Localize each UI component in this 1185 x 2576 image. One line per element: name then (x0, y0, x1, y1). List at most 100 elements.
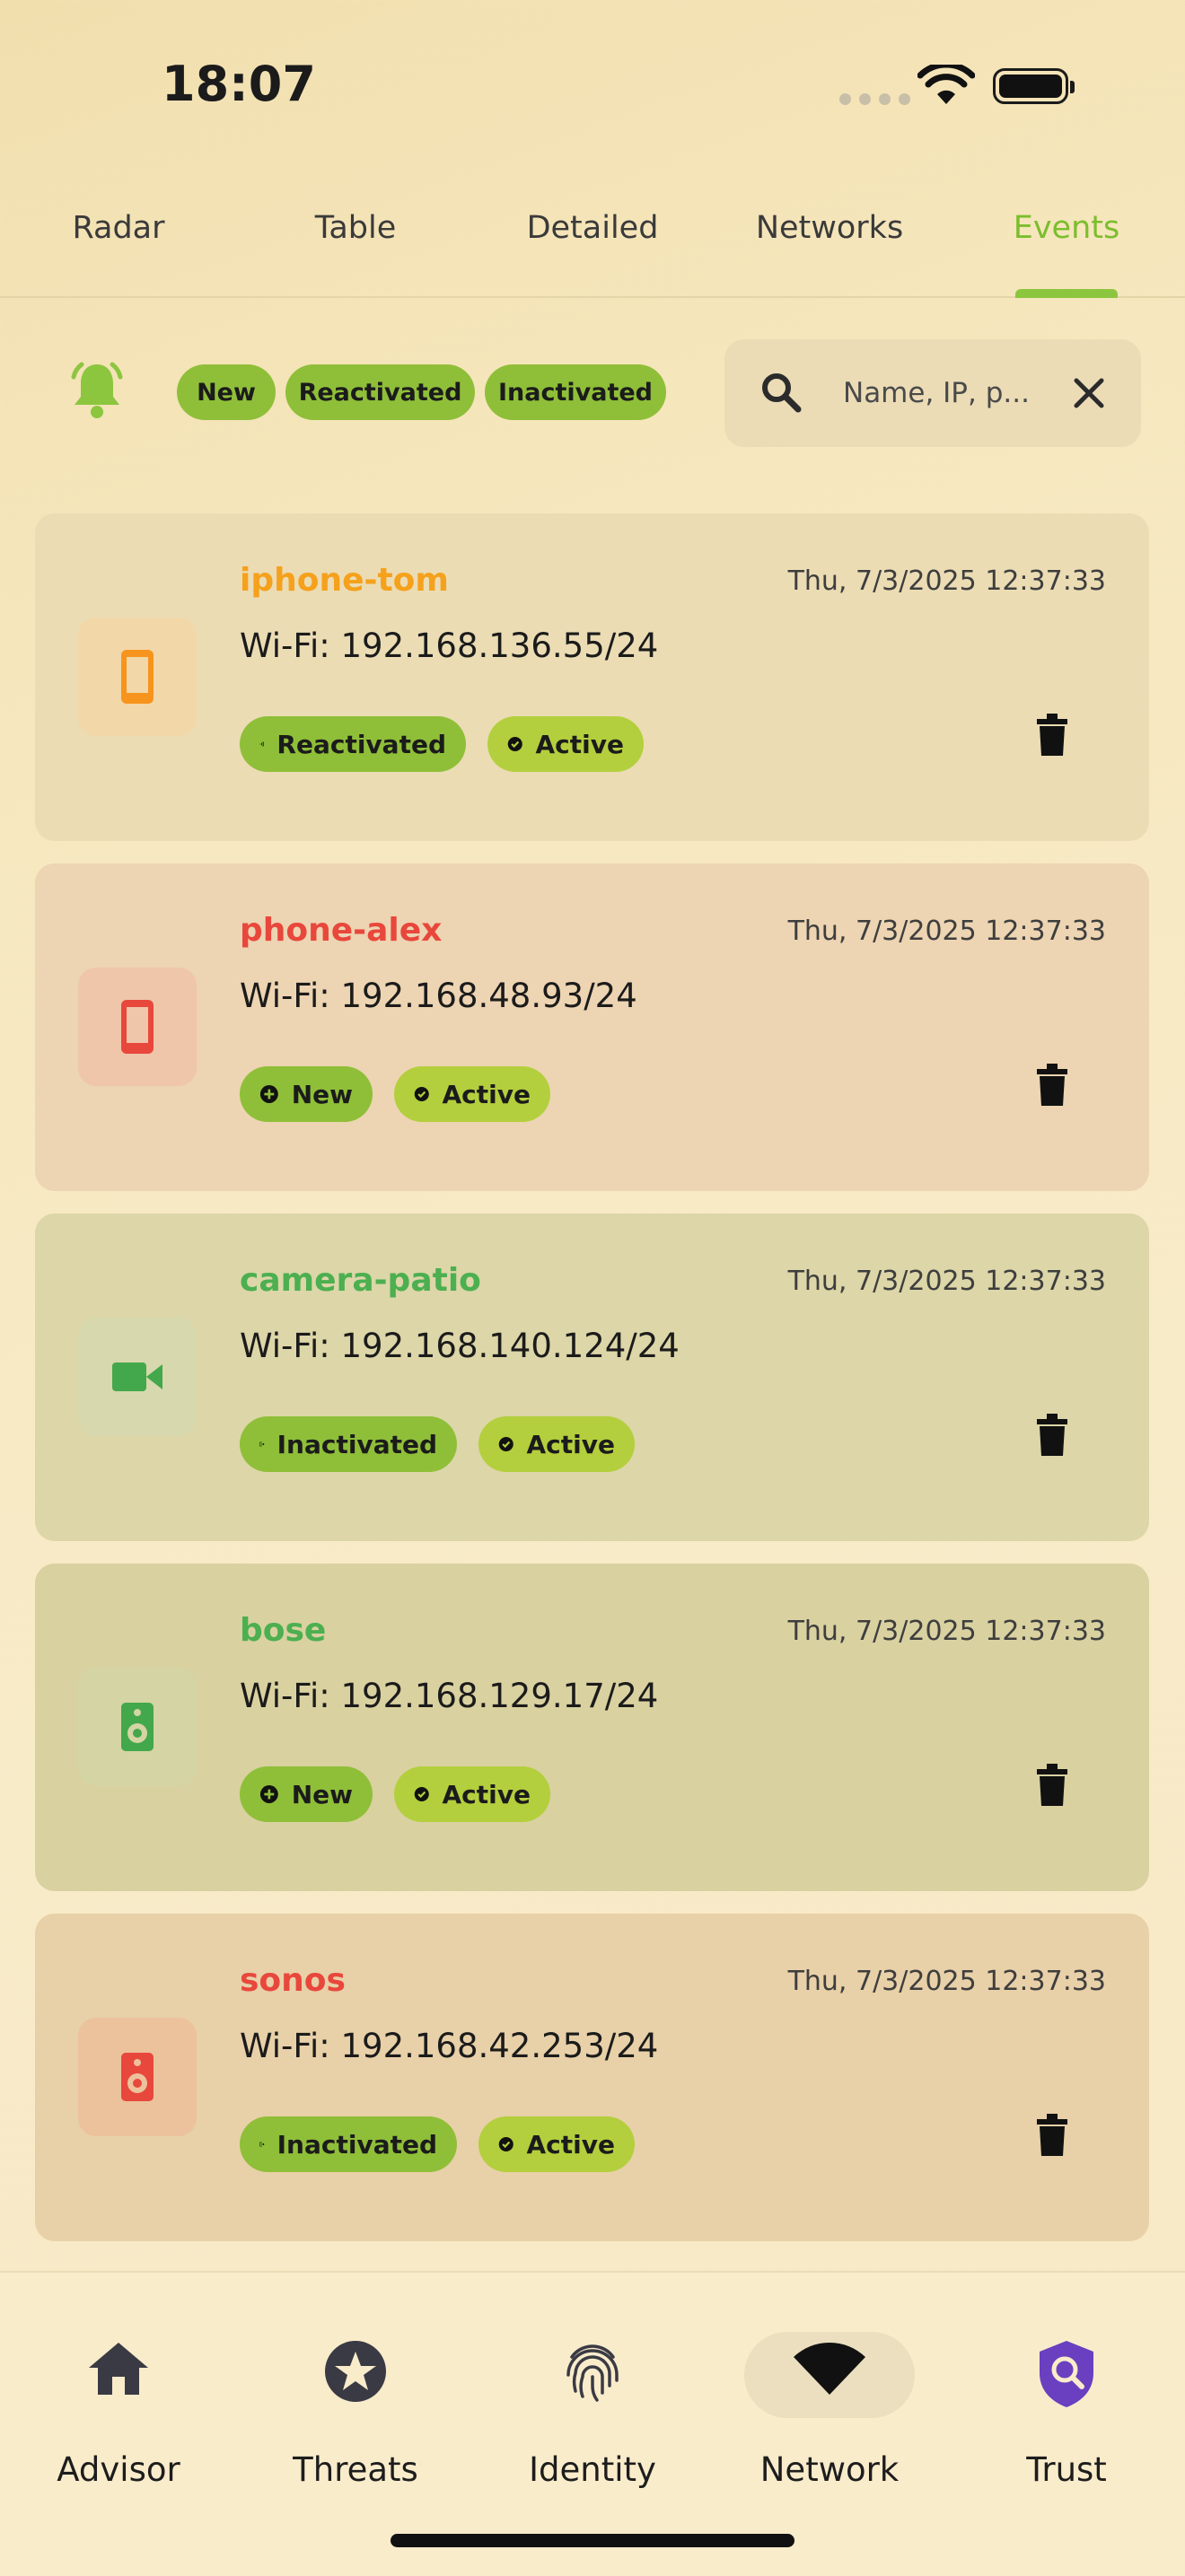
status-label: Active (535, 729, 625, 759)
filter-chip-reactivated[interactable]: Reactivated (285, 364, 475, 420)
nav-label: Advisor (57, 2450, 180, 2489)
device-icon-box (78, 2018, 197, 2136)
cellular-signal-icon (839, 93, 910, 105)
device-address: Wi-Fi: 192.168.129.17/24 (240, 1677, 659, 1715)
status-badge: Active (487, 716, 644, 772)
device-address: Wi-Fi: 192.168.140.124/24 (240, 1327, 680, 1365)
nav-item-network[interactable]: Network (711, 2273, 948, 2497)
device-name: camera-patio (240, 1262, 481, 1299)
event-timestamp: Thu, 7/3/2025 12:37:33 (787, 1966, 1106, 1997)
device-icon-box (78, 968, 197, 1086)
search-input[interactable]: Name, IP, p... (843, 377, 1030, 409)
nav-item-trust[interactable]: Trust (948, 2273, 1185, 2497)
delete-icon[interactable] (1034, 2113, 1070, 2158)
check-circle-icon (498, 1436, 514, 1452)
phone-icon (121, 1000, 154, 1054)
tab-networks[interactable]: Networks (711, 197, 948, 296)
event-card[interactable]: sonos Thu, 7/3/2025 12:37:33 Wi-Fi: 192.… (35, 1914, 1149, 2241)
device-icon-box (78, 1668, 197, 1786)
delete-icon[interactable] (1034, 1763, 1070, 1808)
status-badge: Active (478, 2116, 635, 2172)
device-name: phone-alex (240, 912, 443, 949)
bottom-navigation: Advisor Threats Identity Network Trust (0, 2271, 1185, 2576)
nav-item-identity[interactable]: Identity (474, 2273, 711, 2497)
star-badge-icon (325, 2341, 386, 2402)
phone-icon (121, 650, 154, 704)
nav-label: Trust (1026, 2450, 1107, 2489)
speaker-icon (121, 2053, 154, 2101)
status-badge: Active (394, 1766, 550, 1822)
event-type-badge: Inactivated (240, 1416, 457, 1472)
wifi-status-icon (917, 65, 975, 104)
event-type-badge: Reactivated (240, 716, 466, 772)
device-address: Wi-Fi: 192.168.136.55/24 (240, 626, 659, 665)
speaker-icon (121, 1703, 154, 1751)
check-circle-icon (414, 1086, 429, 1102)
tab-table[interactable]: Table (237, 197, 474, 296)
shield-search-icon (1040, 2341, 1093, 2407)
nav-item-advisor[interactable]: Advisor (0, 2273, 237, 2497)
event-type-label: Inactivated (276, 1429, 437, 1459)
event-type-label: Inactivated (276, 2129, 437, 2160)
tab-radar[interactable]: Radar (0, 197, 237, 296)
event-type-label: Reactivated (276, 729, 446, 759)
check-circle-icon (507, 736, 522, 752)
home-icon (89, 2343, 148, 2395)
status-badge: Active (394, 1066, 550, 1122)
filter-chip-inactivated[interactable]: Inactivated (485, 364, 666, 420)
nav-label: Identity (529, 2450, 656, 2489)
device-address: Wi-Fi: 192.168.48.93/24 (240, 977, 637, 1015)
logout-icon (259, 1441, 265, 1447)
login-icon (259, 741, 264, 747)
event-timestamp: Thu, 7/3/2025 12:37:33 (787, 1616, 1106, 1647)
tab-detailed[interactable]: Detailed (474, 197, 711, 296)
plus-circle-icon (259, 1085, 278, 1103)
nav-label: Network (759, 2450, 900, 2489)
view-tabs: Radar Table Detailed Networks Events (0, 197, 1185, 298)
fingerprint-icon (566, 2344, 619, 2402)
device-icon-box (78, 618, 197, 736)
nav-item-threats[interactable]: Threats (237, 2273, 474, 2497)
event-card[interactable]: camera-patio Thu, 7/3/2025 12:37:33 Wi-F… (35, 1214, 1149, 1541)
event-card[interactable]: bose Thu, 7/3/2025 12:37:33 Wi-Fi: 192.1… (35, 1564, 1149, 1891)
status-time: 18:07 (162, 56, 316, 112)
status-label: Active (442, 1779, 531, 1809)
search-icon (762, 373, 802, 413)
check-circle-icon (414, 1786, 429, 1802)
event-card[interactable]: iphone-tom Thu, 7/3/2025 12:37:33 Wi-Fi:… (35, 513, 1149, 841)
event-type-label: New (291, 1079, 353, 1109)
status-badge: Active (478, 1416, 635, 1472)
device-icon-box (78, 1318, 197, 1436)
event-card[interactable]: phone-alex Thu, 7/3/2025 12:37:33 Wi-Fi:… (35, 863, 1149, 1191)
plus-circle-icon (259, 1785, 278, 1803)
home-indicator (391, 2534, 794, 2547)
status-label: Active (526, 2129, 616, 2160)
wifi-icon (794, 2343, 865, 2395)
clear-search-icon[interactable] (1071, 375, 1107, 411)
event-type-badge: New (240, 1766, 373, 1822)
event-timestamp: Thu, 7/3/2025 12:37:33 (787, 565, 1106, 597)
device-name: bose (240, 1612, 327, 1649)
status-label: Active (442, 1079, 531, 1109)
delete-icon[interactable] (1034, 713, 1070, 758)
logout-icon (259, 2142, 265, 2147)
device-address: Wi-Fi: 192.168.42.253/24 (240, 2027, 659, 2065)
event-type-label: New (291, 1779, 353, 1809)
event-timestamp: Thu, 7/3/2025 12:37:33 (787, 1266, 1106, 1297)
delete-icon[interactable] (1034, 1413, 1070, 1458)
check-circle-icon (498, 2136, 514, 2152)
video-camera-icon (112, 1362, 162, 1391)
device-name: iphone-tom (240, 562, 449, 599)
search-field[interactable]: Name, IP, p... (724, 339, 1141, 447)
event-type-badge: New (240, 1066, 373, 1122)
tab-events[interactable]: Events (948, 197, 1185, 296)
device-name: sonos (240, 1962, 346, 1999)
nav-label: Threats (293, 2450, 418, 2489)
event-type-badge: Inactivated (240, 2116, 457, 2172)
event-timestamp: Thu, 7/3/2025 12:37:33 (787, 916, 1106, 947)
notification-bell-icon[interactable] (66, 359, 127, 422)
filter-chip-new[interactable]: New (177, 364, 276, 420)
delete-icon[interactable] (1034, 1063, 1070, 1108)
status-bar: 18:07 (0, 0, 1185, 180)
status-label: Active (526, 1429, 616, 1459)
